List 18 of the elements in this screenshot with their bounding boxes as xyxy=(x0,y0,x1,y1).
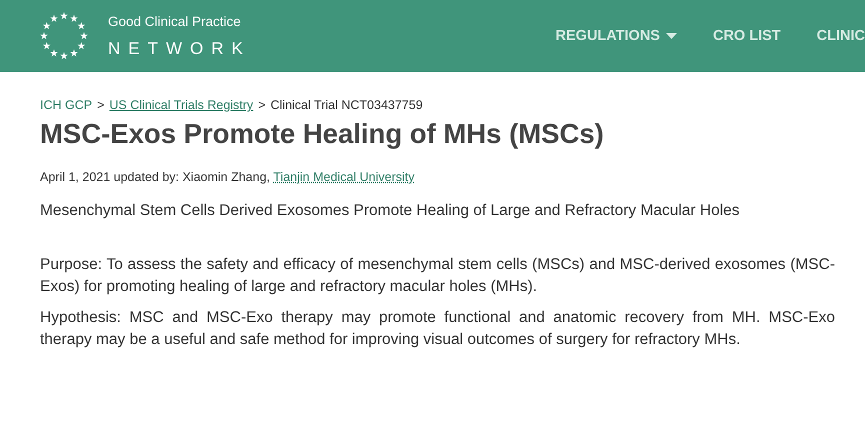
nav-link[interactable]: CRO LIST xyxy=(712,28,781,44)
logo-tagline: Good Clinical Practice xyxy=(108,14,242,28)
description-paragraph: Hypothesis: MSC and MSC-Exo therapy may promote functional and anatomic recovery from MH. MSC-Exo therapy may be a useful and safe method for improving visual outcomes of surgery for refractory MHs. xyxy=(40,308,835,350)
breadcrumb-separator: > xyxy=(258,98,266,112)
official-title: Mesenchymal Stem Cells Derived Exosomes Promote Healing of Large and Refractory Macular Holes xyxy=(40,202,741,220)
nav-link[interactable]: CLINIC xyxy=(816,28,865,44)
breadcrumb-separator: > xyxy=(97,98,104,112)
star-ring-logo-icon xyxy=(38,10,90,62)
caret-icon xyxy=(666,33,677,39)
logo-wordmark: NETWORK xyxy=(108,38,251,58)
breadcrumb-page-label: Clinical Trial NCT03437759 xyxy=(270,98,423,112)
nav-link[interactable]: REGULATIONS xyxy=(556,28,677,44)
breadcrumb-link[interactable]: ICH GCP xyxy=(40,98,92,112)
update-info: April 1, 2021 updated by: Xiaomin Zhang, Tianjin Medical University xyxy=(40,170,416,184)
description-paragraph: Purpose: To assess the safety and efficacy of mesenchymal stem cells (MSCs) and MSC-derived exosomes (MSC-Exos) for promoting healing of large and refractory macular holes (MHs). xyxy=(40,255,835,297)
breadcrumb-link[interactable]: US Clinical Trials Registry xyxy=(109,98,254,112)
page-title: MSC-Exos Promote Healing of MHs (MSCs) xyxy=(40,118,605,150)
sponsor-link[interactable]: Tianjin Medical University xyxy=(273,170,415,184)
